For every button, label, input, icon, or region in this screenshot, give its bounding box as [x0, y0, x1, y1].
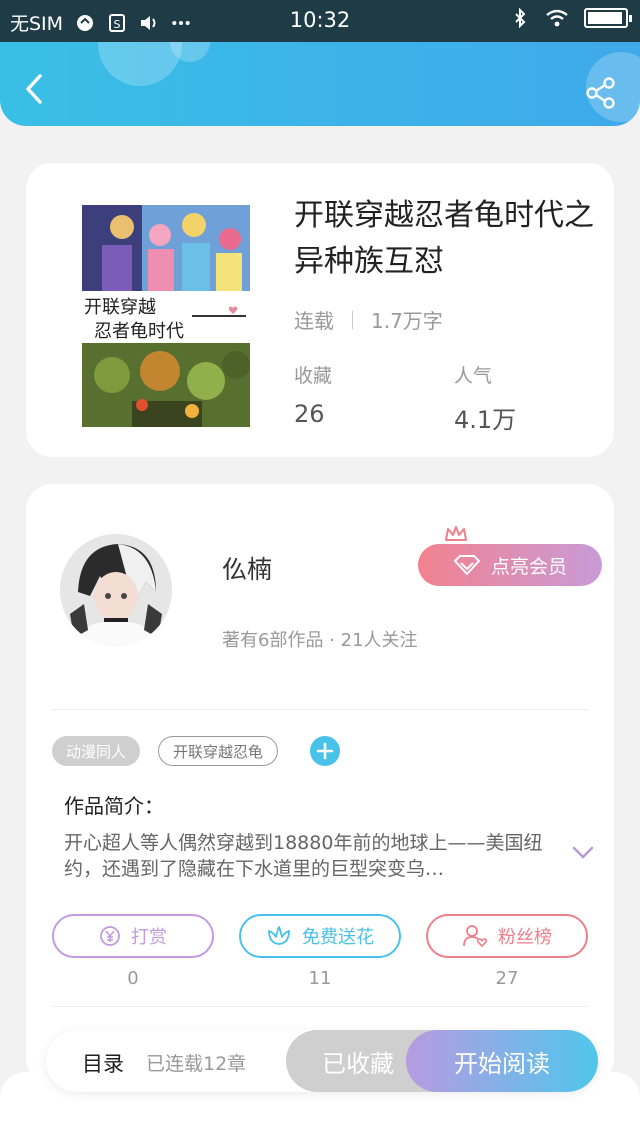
- bottom-action-bar: 目录 已连载12章 已收藏 开始阅读: [46, 1030, 598, 1092]
- yen-icon: [100, 926, 120, 946]
- popularity-stat: 人气 4.1万: [454, 361, 516, 435]
- flower-count: 11: [308, 968, 332, 989]
- tag-item[interactable]: 开联穿越忍龟: [158, 736, 279, 766]
- cover-title-band: 开联穿越 忍者龟时代: [82, 291, 250, 343]
- book-meta: 连载 1.7万字: [294, 305, 443, 334]
- flower-icon: [268, 926, 290, 945]
- popularity-label: 人气: [454, 365, 493, 387]
- book-info-card: 开联穿越 忍者龟时代 开联穿越忍者龟时代之异种族互怼 连载 1.7万字 收藏 2…: [26, 163, 614, 457]
- chapter-count[interactable]: 已连载12章: [146, 1049, 246, 1076]
- battery-icon: [584, 8, 632, 28]
- vip-button-label: 点亮会员: [490, 555, 567, 578]
- start-reading-button[interactable]: 开始阅读: [406, 1030, 598, 1092]
- heart-icon: [228, 306, 238, 314]
- book-title: 开联穿越忍者龟时代之异种族互怼: [294, 198, 594, 279]
- wifi-icon: [546, 9, 568, 27]
- plus-icon: [316, 742, 334, 760]
- book-cover-image[interactable]: 开联穿越 忍者龟时代: [82, 205, 250, 427]
- reward-button[interactable]: 打赏: [52, 914, 214, 958]
- cover-title-line2: 忍者龟时代: [94, 321, 184, 342]
- intro-label: 作品简介：: [64, 794, 164, 818]
- diamond-icon: [453, 555, 480, 575]
- send-flower-label: 免费送花: [302, 927, 374, 948]
- favorites-label: 收藏: [294, 365, 333, 387]
- add-tag-button[interactable]: [310, 736, 341, 766]
- fan-rank-button[interactable]: 粉丝榜: [426, 914, 588, 958]
- favorites-stat: 收藏 26: [294, 361, 332, 428]
- status-bar: 无SIM S 10:32: [0, 0, 640, 42]
- fan-rank-label: 粉丝榜: [498, 927, 552, 948]
- reward-count: 0: [127, 968, 139, 989]
- favorites-value: 26: [294, 400, 325, 428]
- cover-title-line1: 开联穿越: [84, 297, 156, 318]
- popularity-value: 4.1万: [454, 406, 517, 434]
- send-flower-button[interactable]: 免费送花: [239, 914, 401, 958]
- serial-status: 连载: [294, 309, 334, 333]
- author-card: 仫楠 著有6部作品 · 21人关注 点亮会员 动漫同人 开联穿越忍龟 作品简介：…: [26, 484, 614, 1084]
- fan-count: 27: [495, 968, 519, 989]
- intro-text: 开心超人等人偶然穿越到18880年前的地球上——美国纽约，还遇到了隐藏在下水道里…: [64, 832, 543, 880]
- top-header: [0, 42, 640, 126]
- author-avatar[interactable]: [60, 534, 172, 646]
- toc-button[interactable]: 目录: [82, 1048, 124, 1078]
- back-icon[interactable]: [18, 72, 52, 106]
- fans-icon: [463, 925, 488, 948]
- divider: [52, 709, 588, 710]
- divider: [52, 1006, 588, 1007]
- author-name[interactable]: 仫楠: [222, 550, 272, 586]
- reward-label: 打赏: [131, 927, 167, 948]
- author-summary: 著有6部作品 · 21人关注: [222, 630, 418, 651]
- tag-list: 动漫同人 开联穿越忍龟: [52, 736, 341, 766]
- word-count: 1.7万字: [371, 309, 443, 333]
- chevron-down-icon[interactable]: [572, 846, 594, 860]
- share-icon[interactable]: [584, 76, 618, 110]
- crown-icon: [445, 526, 467, 541]
- bluetooth-icon: [515, 8, 526, 28]
- tag-item[interactable]: 动漫同人: [52, 736, 141, 766]
- vip-button[interactable]: 点亮会员: [418, 544, 602, 586]
